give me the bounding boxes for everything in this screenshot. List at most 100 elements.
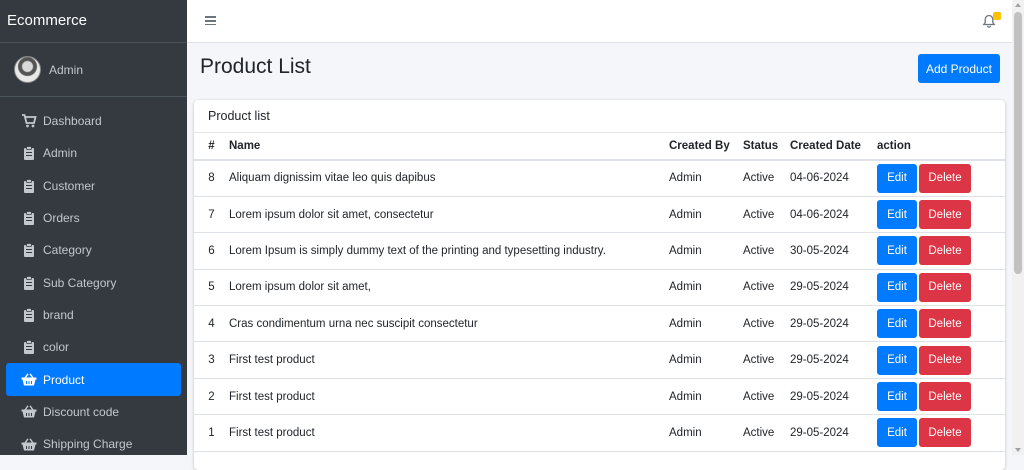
edit-button[interactable]: Edit <box>877 418 917 448</box>
page-scrollbar[interactable] <box>1012 0 1024 455</box>
sidebar-item-label: brand <box>43 307 74 322</box>
edit-button[interactable]: Edit <box>877 236 917 266</box>
user-panel[interactable]: Admin <box>0 43 187 97</box>
edit-button[interactable]: Edit <box>877 163 917 193</box>
basket-icon <box>20 437 38 451</box>
created-by: Admin <box>669 160 743 197</box>
add-product-button[interactable]: Add Product <box>918 54 1000 83</box>
row-actions: Edit Delete <box>877 232 1005 270</box>
column-header-created-by: Created By <box>669 133 743 161</box>
clipboard-icon <box>20 308 38 322</box>
sidebar-item-brand[interactable]: brand <box>6 299 181 331</box>
row-number: 1 <box>194 414 229 452</box>
edit-button[interactable]: Edit <box>877 200 917 230</box>
created-date: 04-06-2024 <box>790 196 877 234</box>
sidebar-item-orders[interactable]: Orders <box>6 202 181 234</box>
user-name[interactable]: Admin <box>49 63 83 77</box>
table-row: 4 Cras condimentum urna nec suscipit con… <box>194 305 1005 343</box>
row-actions: Edit Delete <box>877 341 1005 379</box>
edit-button[interactable]: Edit <box>877 309 917 339</box>
table-row: 2 First test product Admin Active 29-05-… <box>194 378 1005 416</box>
delete-button[interactable]: Delete <box>919 345 971 375</box>
row-number: 6 <box>194 232 229 270</box>
row-number: 8 <box>194 160 229 197</box>
table-header-row: # Name Created By Status Created Date ac… <box>194 133 1005 161</box>
status: Active <box>743 378 790 416</box>
sidebar-item-label: Orders <box>43 211 80 226</box>
basket-icon <box>20 373 38 387</box>
topbar <box>187 0 1012 43</box>
table-row: 6 Lorem Ipsum is simply dummy text of th… <box>194 232 1005 270</box>
hamburger-icon[interactable] <box>205 14 216 28</box>
product-name: Lorem ipsum dolor sit amet, consectetur <box>229 196 669 234</box>
sidebar-item-shipping-charge[interactable]: Shipping Charge <box>6 428 181 460</box>
sidebar-item-label: Discount code <box>43 404 120 419</box>
sidebar-item-label: Product <box>43 372 85 387</box>
product-list-card: Product list # Name Created By Status Cr… <box>194 100 1005 470</box>
table-row: 1 First test product Admin Active 29-05-… <box>194 414 1005 452</box>
row-actions: Edit Delete <box>877 196 1005 234</box>
status: Active <box>743 305 790 343</box>
basket-icon <box>20 405 38 419</box>
product-name: First test product <box>229 414 669 452</box>
scroll-down-arrow-icon[interactable] <box>1015 448 1021 452</box>
delete-button[interactable]: Delete <box>919 163 971 193</box>
created-by: Admin <box>669 341 743 379</box>
row-number: 7 <box>194 196 229 234</box>
sidebar-item-admin[interactable]: Admin <box>6 137 181 169</box>
row-actions: Edit Delete <box>877 414 1005 452</box>
clipboard-icon <box>20 146 38 161</box>
status: Active <box>743 269 790 307</box>
table-row: 5 Lorem ipsum dolor sit amet, Admin Acti… <box>194 269 1005 307</box>
sidebar-item-label: color <box>43 340 70 355</box>
edit-button[interactable]: Edit <box>877 382 917 412</box>
brand-logo-text[interactable]: Ecommerce <box>0 0 187 43</box>
cart-icon <box>20 114 38 128</box>
sidebar-item-customer[interactable]: Customer <box>6 170 181 202</box>
delete-button[interactable]: Delete <box>919 200 971 230</box>
created-by: Admin <box>669 196 743 234</box>
notification-badge <box>993 12 1001 20</box>
row-actions: Edit Delete <box>877 269 1005 307</box>
column-header-status: Status <box>743 133 790 161</box>
product-name: First test product <box>229 378 669 416</box>
sidebar-item-product[interactable]: Product <box>6 363 181 396</box>
clipboard-icon <box>20 275 38 290</box>
delete-button[interactable]: Delete <box>919 382 971 412</box>
edit-button[interactable]: Edit <box>877 272 917 302</box>
scroll-thumb[interactable] <box>1014 12 1022 274</box>
product-name: Lorem ipsum dolor sit amet, <box>229 269 669 307</box>
delete-button[interactable]: Delete <box>919 309 971 339</box>
created-date: 29-05-2024 <box>790 414 877 452</box>
row-number: 2 <box>194 378 229 416</box>
status: Active <box>743 196 790 234</box>
created-by: Admin <box>669 305 743 343</box>
delete-button[interactable]: Delete <box>919 418 971 448</box>
clipboard-icon <box>20 178 38 193</box>
sidebar-item-category[interactable]: Category <box>6 234 181 266</box>
status: Active <box>743 341 790 379</box>
created-by: Admin <box>669 232 743 270</box>
sidebar-item-label: Sub Category <box>43 275 117 290</box>
avatar[interactable] <box>14 56 41 83</box>
created-date: 29-05-2024 <box>790 378 877 416</box>
sidebar-item-label: Admin <box>43 146 78 161</box>
table-row: 3 First test product Admin Active 29-05-… <box>194 341 1005 379</box>
column-header-name: Name <box>229 133 669 161</box>
created-date: 29-05-2024 <box>790 341 877 379</box>
sidebar: Ecommerce Admin Dashboard Admin Customer… <box>0 0 187 455</box>
product-name: Lorem Ipsum is simply dummy text of the … <box>229 232 669 270</box>
created-date: 30-05-2024 <box>790 232 877 270</box>
sidebar-item-sub-category[interactable]: Sub Category <box>6 266 181 298</box>
sidebar-item-discount-code[interactable]: Discount code <box>6 396 181 428</box>
sidebar-item-color[interactable]: color <box>6 331 181 363</box>
table-row: 8 Aliquam dignissim vitae leo quis dapib… <box>194 160 1005 197</box>
edit-button[interactable]: Edit <box>877 345 917 375</box>
delete-button[interactable]: Delete <box>919 236 971 266</box>
row-number: 5 <box>194 269 229 307</box>
column-header-created-date: Created Date <box>790 133 877 161</box>
delete-button[interactable]: Delete <box>919 272 971 302</box>
sidebar-item-dashboard[interactable]: Dashboard <box>6 105 181 137</box>
status: Active <box>743 414 790 452</box>
scroll-up-arrow-icon[interactable] <box>1015 3 1021 7</box>
